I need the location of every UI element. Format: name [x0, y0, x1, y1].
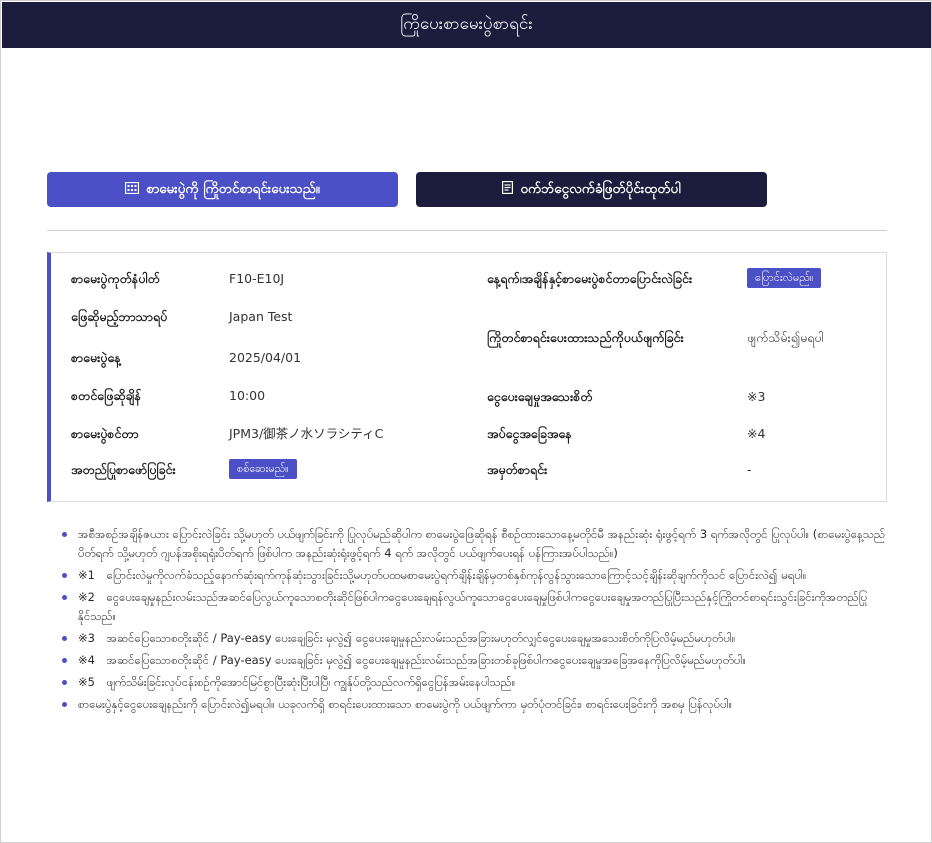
deposit-status-value: ※4: [747, 426, 766, 441]
note-item: ※4 အဆင်ပြေသောစတိုးဆိုင် / Pay-easy ပေးချ…: [61, 651, 891, 670]
apply-exam-label: စာမေးပွဲကို ကြိုတင်စာရင်းပေးသည်။: [146, 180, 320, 197]
score-value: -: [747, 462, 752, 477]
note-item: ※2 ငွေပေးချေမှုနည်းလမ်းသည်အဆင်ပြေလွယ်ကူသ…: [61, 588, 891, 626]
notes-list: အစီအစဉ်အချိန်ဇယား ပြောင်းလဲခြင်း သို့မဟု…: [61, 525, 891, 717]
exam-center-value: JPM3/御茶ノ水ソラシティC: [229, 426, 384, 441]
exam-code-value: F10-E10J: [229, 271, 285, 286]
subject-label: ဖြေဆိုမည့်ဘာသာရပ်: [71, 309, 168, 324]
payment-details-label: ငွေပေးချေမှုအသေးစိတ်: [487, 389, 593, 404]
confirmation-label: အတည်ပြုစာဖော်ပြခြင်း: [71, 462, 176, 477]
exam-date-label: စာမေးပွဲနေ့: [71, 350, 121, 365]
cancel-label: ကြိုတင်စာရင်းပေးထားသည်ကိုပယ်ဖျက်ခြင်း: [487, 330, 684, 345]
change-button[interactable]: ပြောင်းလဲမည်။: [747, 268, 822, 288]
page: ကြိုပေးစာမေးပွဲစာရင်း စာမေးပွဲကို ကြိုတင…: [0, 0, 932, 843]
start-time-value: 10:00: [229, 388, 266, 403]
document-icon: [502, 181, 514, 198]
print-receipt-button[interactable]: ဝက်ဘ်ငွေလက်ခံဖြတ်ပိုင်းထုတ်ပါ: [416, 172, 767, 207]
action-bar: စာမေးပွဲကို ကြိုတင်စာရင်းပေးသည်။ ဝက်ဘ်ငွ…: [47, 172, 767, 207]
info-row-exam-center: စာမေးပွဲစင်တာ JPM3/御茶ノ水ソラシティC: [71, 423, 383, 444]
start-time-label: စတင်ဖြေဆိုချိန်: [71, 388, 141, 403]
check-button[interactable]: စစ်ဆေးမည်။: [229, 459, 297, 479]
page-header: ကြိုပေးစာမေးပွဲစာရင်း: [2, 2, 931, 48]
info-row-exam-date: စာမေးပွဲနေ့ 2025/04/01: [71, 347, 301, 368]
cancel-value: ဖျက်သိမ်း၍မရပါ: [747, 330, 824, 345]
page-title: ကြိုပေးစာမေးပွဲစာရင်း: [400, 13, 533, 34]
score-label: အမှတ်စာရင်း: [487, 462, 548, 477]
note-item: ※3 အဆင်ပြေသောစတိုးဆိုင် / Pay-easy ပေးချ…: [61, 629, 891, 648]
note-item: အစီအစဉ်အချိန်ဇယား ပြောင်းလဲခြင်း သို့မဟု…: [61, 525, 891, 563]
subject-value: Japan Test: [229, 309, 293, 324]
note-item: ※1 ပြောင်းလဲမှုကိုလက်ခံသည့်နောက်ဆုံးရက်က…: [61, 566, 891, 585]
change-schedule-label: နေ့ရက်၊အချိန်နှင့်စာမေးပွဲစင်တာပြောင်းလဲ…: [487, 271, 693, 286]
exam-date-value: 2025/04/01: [229, 350, 302, 365]
info-row-payment-details: ငွေပေးချေမှုအသေးစိတ် ※3: [487, 386, 765, 407]
info-row-deposit-status: အပ်ငွေအခြေအနေ ※4: [487, 423, 765, 444]
payment-details-value: ※3: [747, 389, 766, 404]
apply-exam-button[interactable]: စာမေးပွဲကို ကြိုတင်စာရင်းပေးသည်။: [47, 172, 398, 207]
info-row-start-time: စတင်ဖြေဆိုချိန် 10:00: [71, 385, 265, 406]
note-item: ※5 ဖျက်သိမ်းခြင်းလုပ်ငန်းစဉ်ကိုအောင်မြင်…: [61, 673, 891, 692]
info-row-exam-code: စာမေးပွဲကုတ်နံပါတ် F10-E10J: [71, 268, 284, 289]
deposit-status-label: အပ်ငွေအခြေအနေ: [487, 426, 572, 441]
divider: [47, 230, 887, 231]
info-row-confirmation: အတည်ပြုစာဖော်ပြခြင်း စစ်ဆေးမည်။: [71, 459, 297, 480]
exam-info-card: စာမေးပွဲကုတ်နံပါတ် F10-E10J ဖြေဆိုမည့်ဘာ…: [47, 252, 887, 502]
info-row-subject: ဖြေဆိုမည့်ဘာသာရပ် Japan Test: [71, 306, 292, 327]
calendar-grid-icon: [124, 181, 140, 198]
print-receipt-label: ဝက်ဘ်ငွေလက်ခံဖြတ်ပိုင်းထုတ်ပါ: [520, 180, 681, 197]
info-row-cancel: ကြိုတင်စာရင်းပေးထားသည်ကိုပယ်ဖျက်ခြင်း ဖျ…: [487, 327, 824, 348]
info-row-change-schedule: နေ့ရက်၊အချိန်နှင့်စာမေးပွဲစင်တာပြောင်းလဲ…: [487, 268, 822, 289]
exam-code-label: စာမေးပွဲကုတ်နံပါတ်: [71, 271, 160, 286]
note-item: စာမေးပွဲနှင့်ငွေပေးချေနည်းကို ပြောင်းလဲ၍…: [61, 695, 891, 714]
info-row-score: အမှတ်စာရင်း -: [487, 459, 752, 480]
exam-center-label: စာမေးပွဲစင်တာ: [71, 426, 139, 441]
